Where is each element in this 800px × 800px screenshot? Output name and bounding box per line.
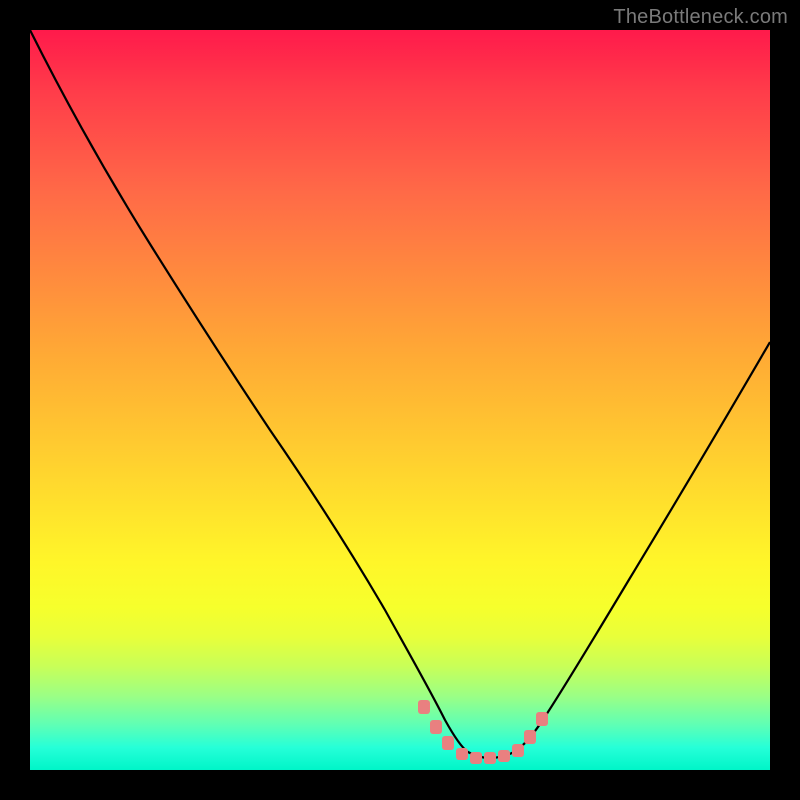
marker-group bbox=[418, 700, 548, 764]
chart-frame: TheBottleneck.com bbox=[0, 0, 800, 800]
attribution-label: TheBottleneck.com bbox=[613, 6, 788, 29]
curve-layer bbox=[30, 30, 770, 770]
bottleneck-curve bbox=[30, 30, 770, 758]
plot-area bbox=[30, 30, 770, 770]
